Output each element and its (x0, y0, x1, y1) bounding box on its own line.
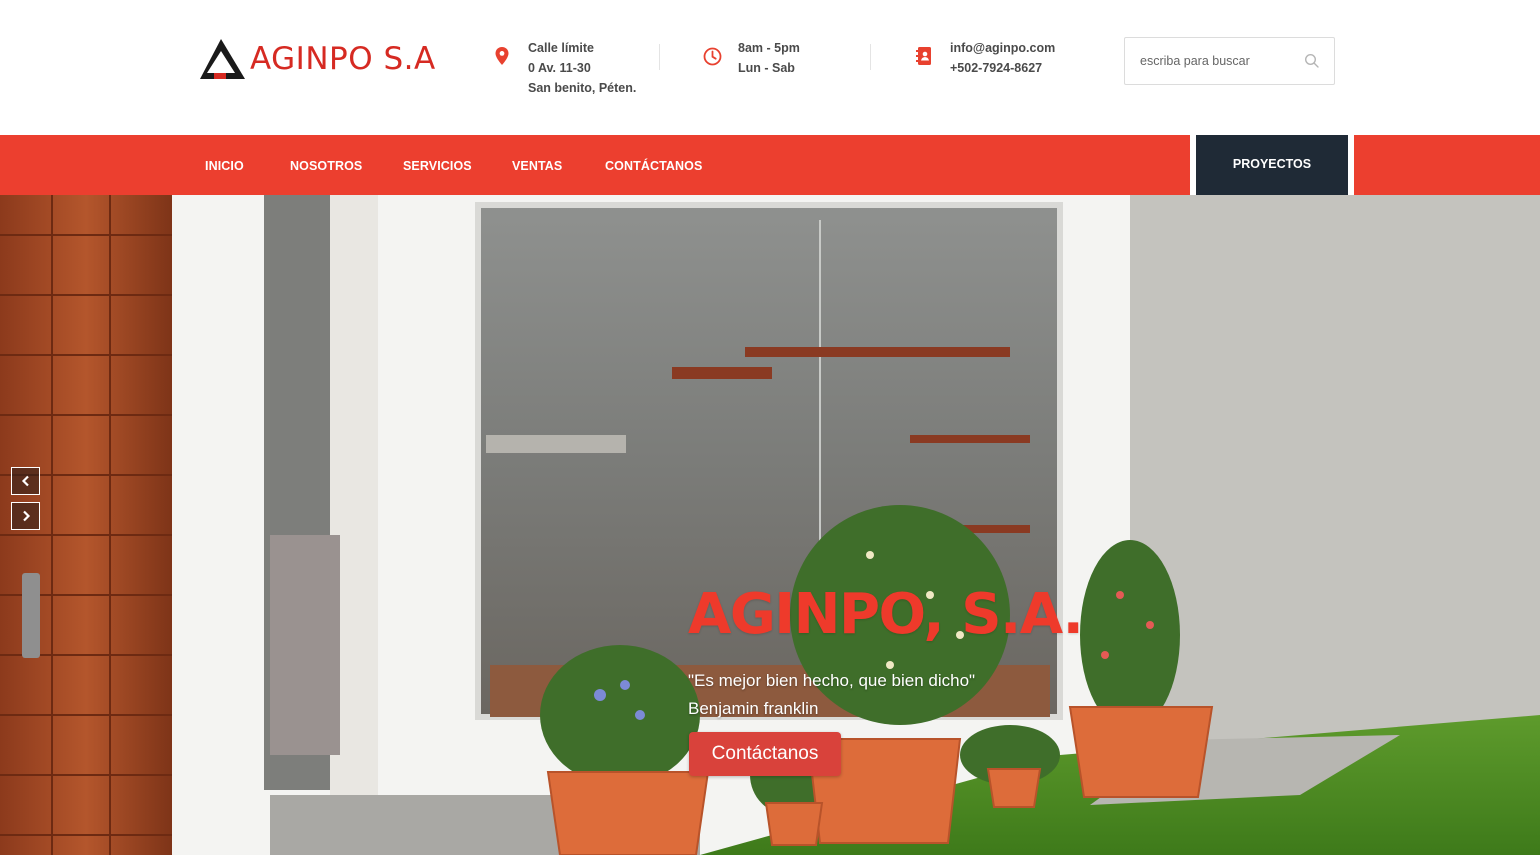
header-address: Calle límite 0 Av. 11-30 San benito, Pét… (492, 38, 636, 98)
hero-quote: "Es mejor bien hecho, que bien dicho" Be… (688, 667, 975, 723)
address-line-2: 0 Av. 11-30 (528, 61, 591, 75)
header-hours: 8am - 5pm Lun - Sab (702, 38, 800, 78)
hero-quote-text: "Es mejor bien hecho, que bien dicho" (688, 671, 976, 690)
hero-slider: AGINPO, S.A. "Es mejor bien hecho, que b… (0, 195, 1540, 855)
chevron-left-icon (21, 475, 29, 487)
chevron-right-icon (22, 510, 30, 522)
hero-quote-author: Benjamin franklin (688, 699, 819, 718)
hours-line-1: 8am - 5pm (738, 41, 800, 55)
header-divider (659, 44, 660, 70)
search-icon[interactable] (1304, 53, 1320, 69)
nav-item-contactanos[interactable]: CONTÁCTANOS (605, 135, 702, 195)
contact-phone[interactable]: +502-7924-8627 (950, 58, 1055, 78)
logo-mark-icon (200, 39, 245, 79)
slider-next-button[interactable] (11, 502, 40, 530)
hero-contact-button[interactable]: Contáctanos (689, 732, 841, 776)
proyectos-button[interactable]: PROYECTOS (1196, 135, 1348, 195)
header-divider (870, 44, 871, 70)
nav-divider (1348, 135, 1354, 195)
search-input[interactable] (1125, 38, 1295, 84)
nav-item-servicios[interactable]: SERVICIOS (403, 135, 472, 195)
search-box (1124, 37, 1335, 85)
nav-item-inicio[interactable]: INICIO (205, 135, 244, 195)
nav-item-nosotros[interactable]: NOSOTROS (290, 135, 362, 195)
contact-email[interactable]: info@aginpo.com (950, 38, 1055, 58)
main-nav: INICIO NOSOTROS SERVICIOS VENTAS CONTÁCT… (0, 135, 1540, 195)
hours-line-2: Lun - Sab (738, 61, 795, 75)
hero-title: AGINPO, S.A. (688, 582, 1084, 647)
slider-prev-button[interactable] (11, 467, 40, 495)
nav-item-ventas[interactable]: VENTAS (512, 135, 562, 195)
address-line-1: Calle límite (528, 41, 594, 55)
clock-icon (702, 46, 722, 66)
site-logo[interactable]: AGINPO S.A (198, 36, 436, 82)
contact-book-icon (914, 46, 934, 66)
site-header: AGINPO S.A Calle límite 0 Av. 11-30 San … (0, 0, 1540, 135)
logo-text: AGINPO S.A (250, 40, 436, 77)
map-pin-icon (492, 46, 512, 66)
address-line-3: San benito, Péten. (528, 81, 637, 95)
header-contact: info@aginpo.com +502-7924-8627 (914, 38, 1055, 78)
